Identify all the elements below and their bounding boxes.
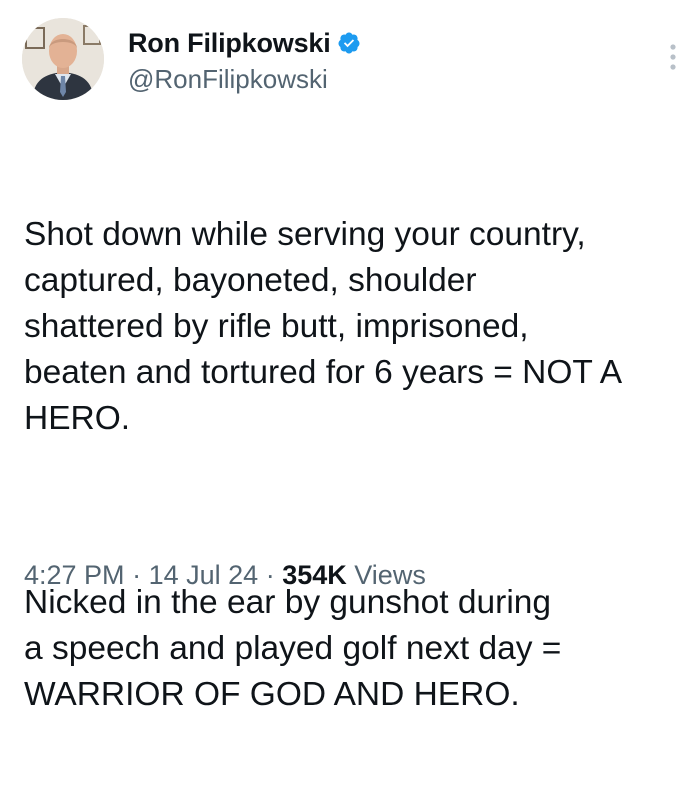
author-name-row: Ron Filipkowski xyxy=(128,28,361,58)
verified-badge-icon[interactable] xyxy=(337,31,361,55)
meta-separator: · xyxy=(265,560,275,590)
views-label: Views xyxy=(354,560,426,590)
author-display-name[interactable]: Ron Filipkowski xyxy=(128,28,331,59)
tweet-meta: 4:27 PM · 14 Jul 24 · 354K Views xyxy=(24,560,426,591)
tweet-date[interactable]: 14 Jul 24 xyxy=(149,560,259,590)
avatar[interactable] xyxy=(22,18,104,100)
tweet-card: Ron Filipkowski @RonFilipkowski Shot dow… xyxy=(0,0,700,713)
tweet-time[interactable]: 4:27 PM xyxy=(24,560,125,590)
avatar-photo xyxy=(22,18,104,100)
more-options-icon[interactable] xyxy=(668,42,678,72)
views-count: 354K xyxy=(282,560,347,590)
author-handle[interactable]: @RonFilipkowski xyxy=(128,64,328,95)
meta-separator: · xyxy=(132,560,142,590)
tweet-paragraph-2: Nicked in the ear by gunshot during a sp… xyxy=(24,584,562,713)
tweet-paragraph-1: Shot down while serving your country, ca… xyxy=(24,216,623,437)
tweet-text: Shot down while serving your country, ca… xyxy=(24,120,674,810)
